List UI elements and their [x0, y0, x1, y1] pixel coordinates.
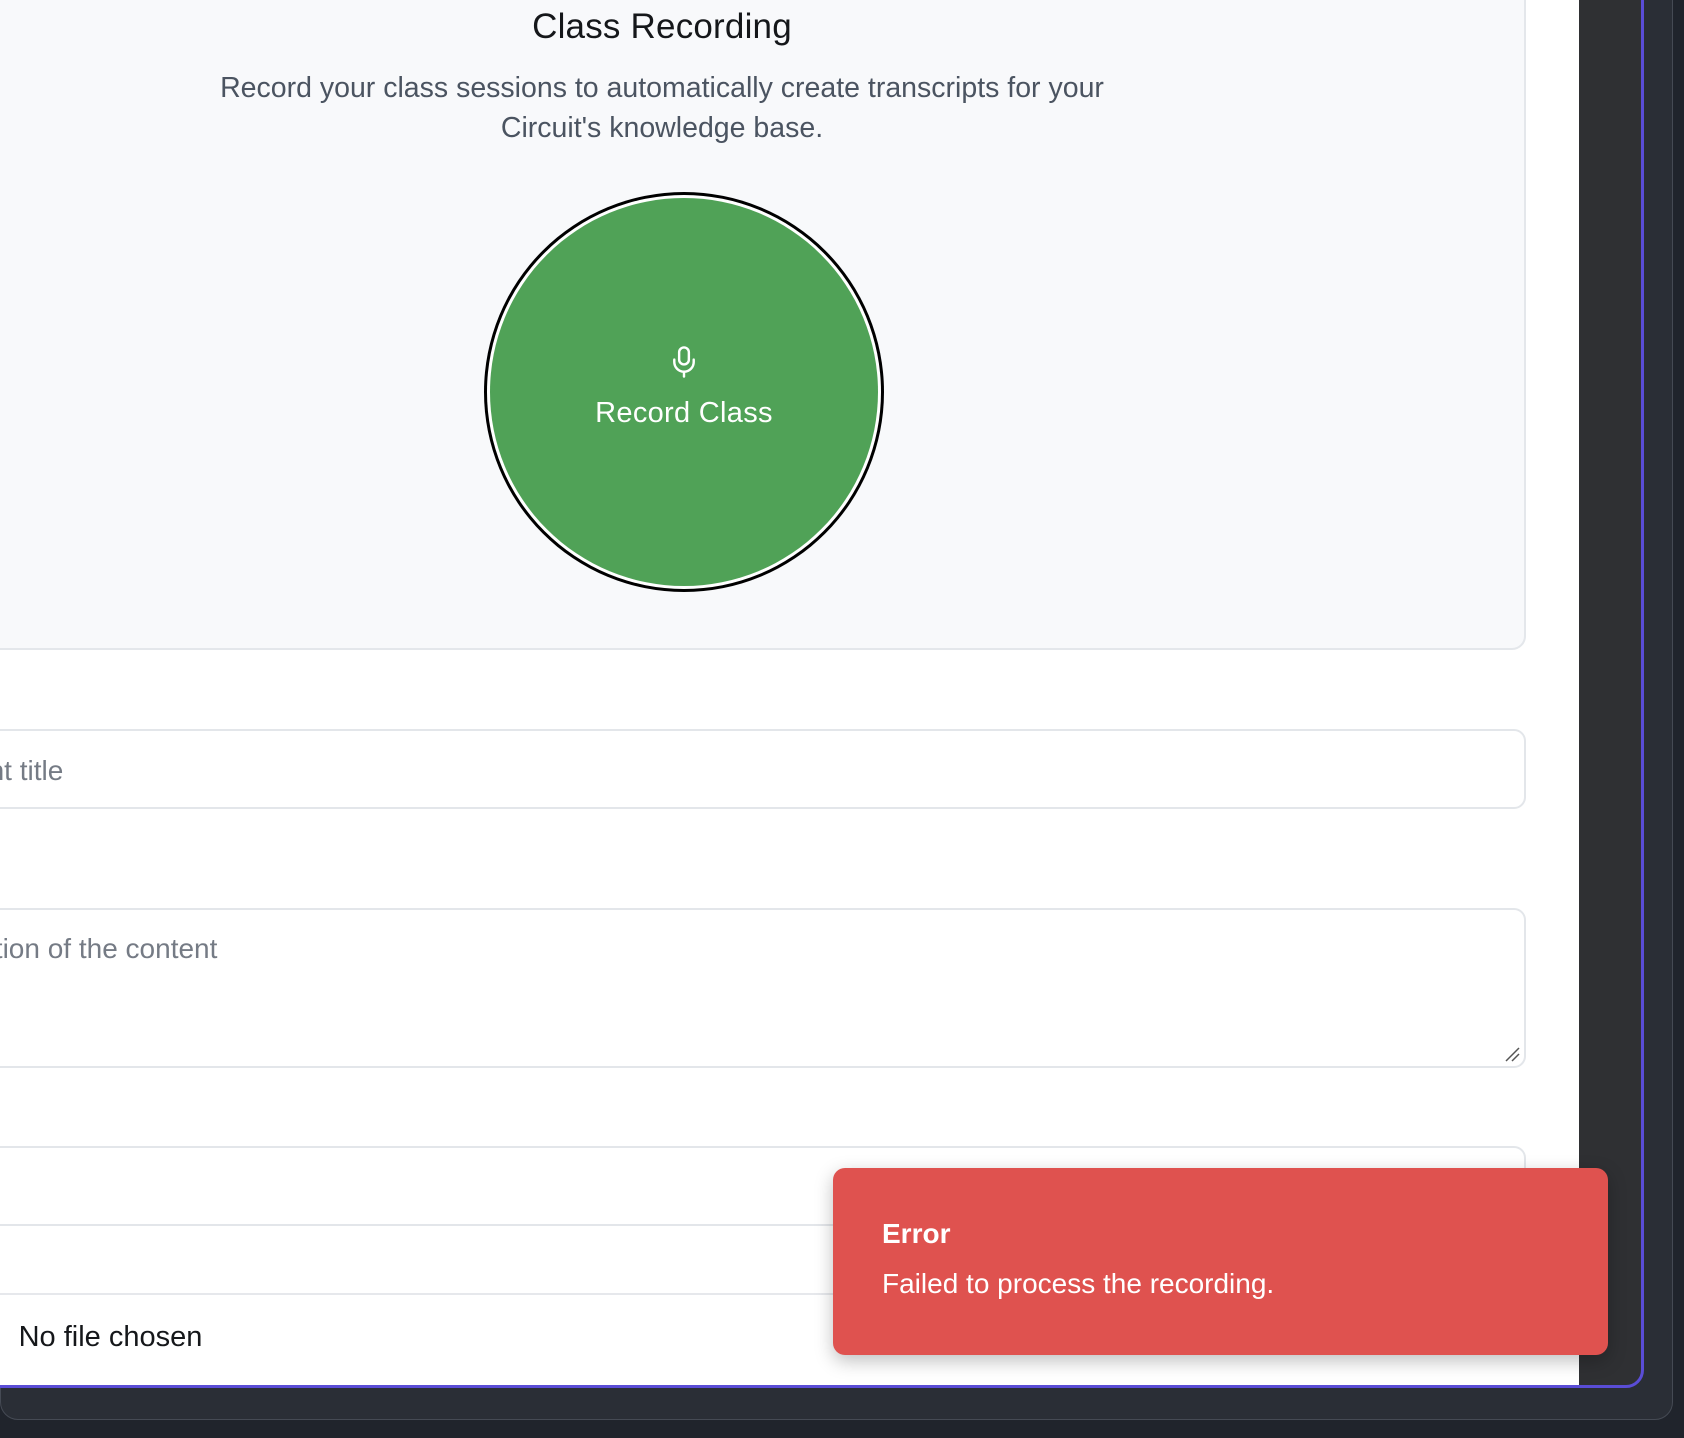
record-button-fill: Record Class	[490, 198, 878, 586]
record-button-label: Record Class	[595, 396, 773, 429]
title-input[interactable]: ent title	[0, 729, 1526, 809]
toast-message: Failed to process the recording.	[882, 1268, 1275, 1299]
record-class-button[interactable]: Record Class	[484, 192, 884, 592]
resize-handle-icon[interactable]	[1504, 1046, 1520, 1062]
description-textarea-placeholder: iption of the content	[0, 933, 218, 964]
description-textarea[interactable]: iption of the content	[0, 908, 1526, 1068]
toast-title: Error	[882, 1218, 951, 1249]
card-description: Record your class sessions to automatica…	[220, 72, 1104, 144]
file-status-text: No file chosen	[18, 1321, 203, 1353]
class-recording-card: Class Recording Record your class sessio…	[0, 0, 1526, 650]
error-toast[interactable]: Error Failed to process the recording.	[833, 1168, 1608, 1355]
file-upload-row: leNo file chosen	[0, 1321, 203, 1354]
card-title: Class Recording	[532, 7, 792, 46]
record-button-ring: Record Class	[487, 195, 881, 589]
title-input-placeholder: ent title	[0, 755, 64, 786]
microphone-icon	[673, 345, 695, 378]
